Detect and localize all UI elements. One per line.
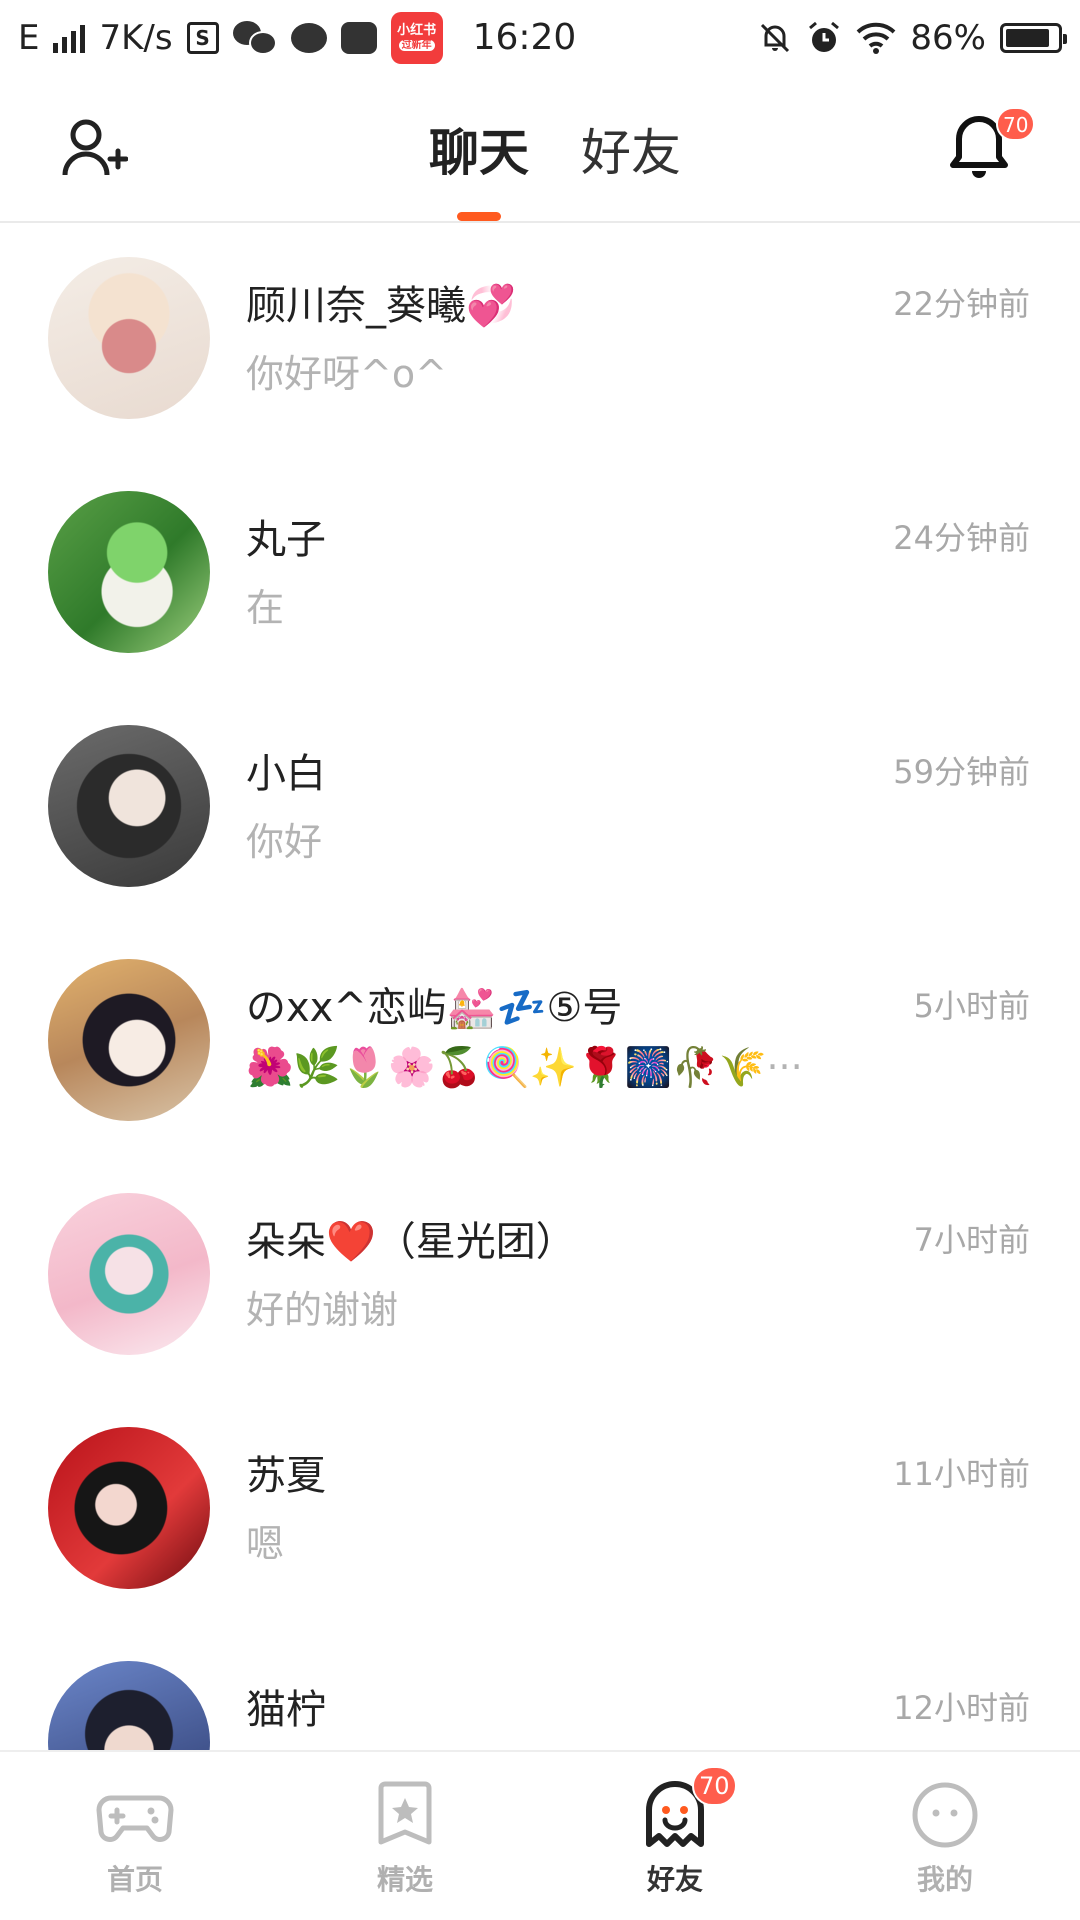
chat-last-message: 你好呀^o^ <box>246 352 447 396</box>
avatar[interactable] <box>48 1427 210 1589</box>
status-bar-right: 86% <box>758 17 1067 58</box>
avatar[interactable] <box>48 1661 210 1750</box>
nav-friends[interactable]: 好友 70 <box>540 1752 810 1920</box>
chat-name: 猫柠 <box>246 1687 326 1733</box>
bottom-navigation: 首页 精选 好友 70 我的 <box>0 1750 1080 1920</box>
friends-badge: 70 <box>692 1766 737 1806</box>
mute-bell-icon <box>761 23 790 52</box>
battery-percent: 86% <box>910 17 986 58</box>
chat-row[interactable]: 朵朵❤️（星光团） 7小时前 好的谢谢 <box>0 1159 1080 1393</box>
chat-time: 12小时前 <box>893 1689 1030 1727</box>
nav-home-label: 首页 <box>106 1863 163 1896</box>
avatar[interactable] <box>48 959 210 1121</box>
chat-list: 顾川奈_葵曦💞 22分钟前 你好呀^o^ 丸子 24分钟前 在 小白 59分钟前… <box>0 223 1080 1750</box>
status-bar: E 7K/s S 小红书过新年 16:20 86% <box>0 0 1080 75</box>
chat-row[interactable]: 顾川奈_葵曦💞 22分钟前 你好呀^o^ <box>0 223 1080 457</box>
gamepad-icon <box>96 1795 174 1842</box>
chat-time: 7小时前 <box>913 1221 1030 1259</box>
chat-time: 11小时前 <box>893 1455 1030 1493</box>
chat-last-message: 在 <box>246 586 285 630</box>
chat-name: 顾川奈_葵曦💞 <box>246 283 516 329</box>
chat-row[interactable]: 猫柠 12小时前 <box>0 1627 1080 1750</box>
nav-mine-label: 我的 <box>916 1863 973 1896</box>
network-type: E <box>18 17 40 58</box>
wechat-icon <box>232 20 277 55</box>
sim-icon: S <box>186 21 219 54</box>
chat-time: 22分钟前 <box>893 285 1030 323</box>
chat-name: のxx^恋屿💒💤⑤号 <box>246 985 623 1031</box>
top-header: 聊天 好友 70 <box>0 75 1080 223</box>
chat-name: 朵朵❤️（星光团） <box>246 1219 576 1265</box>
nav-featured[interactable]: 精选 <box>270 1752 540 1920</box>
chat-time: 5小时前 <box>913 987 1030 1025</box>
nav-featured-label: 精选 <box>376 1863 433 1896</box>
xiaohongshu-icon: 小红书 过新年 <box>390 11 443 64</box>
chat-friend-tabs: 聊天 好友 <box>0 113 1080 185</box>
xiaohongshu-icon-subtext: 过新年 <box>398 40 435 52</box>
chat-last-message: 你好 <box>246 820 323 864</box>
avatar[interactable] <box>48 1193 210 1355</box>
nav-friends-label: 好友 <box>640 1858 710 1906</box>
chat-time: 24分钟前 <box>893 519 1030 557</box>
tab-chat[interactable]: 聊天 <box>429 113 529 185</box>
clock: 16:20 <box>472 17 577 58</box>
tab-friends[interactable]: 好友 <box>581 113 681 185</box>
chat-name: 苏夏 <box>246 1453 326 1499</box>
avatar[interactable] <box>48 725 210 887</box>
chat-last-message: 嗯 <box>246 1522 285 1566</box>
chat-row[interactable]: のxx^恋屿💒💤⑤号 5小时前 🌺🌿🌷🌸🍒🍭✨🌹🎆🥀🌾··· <box>0 925 1080 1159</box>
chat-row[interactable]: 苏夏 11小时前 嗯 <box>0 1393 1080 1627</box>
alarm-icon <box>809 21 840 52</box>
nav-home[interactable]: 首页 <box>0 1752 270 1920</box>
status-bar-left: E 7K/s S 小红书过新年 16:20 <box>18 11 577 64</box>
chat-name: 小白 <box>246 751 326 797</box>
nav-mine[interactable]: 我的 <box>810 1752 1080 1920</box>
star-bookmark-icon <box>378 1781 432 1845</box>
chat-time: 59分钟前 <box>893 753 1030 791</box>
chat-row[interactable]: 小白 59分钟前 你好 <box>0 691 1080 925</box>
message-icon <box>290 22 327 53</box>
face-icon <box>912 1782 978 1848</box>
xiaohongshu-icon-text: 小红书 <box>397 22 437 38</box>
battery-icon <box>1000 22 1067 53</box>
notification-bell-button[interactable]: 70 <box>948 107 1036 187</box>
signal-icon <box>53 23 86 53</box>
notification-badge: 70 <box>996 107 1036 141</box>
chat-last-message: 好的谢谢 <box>246 1288 399 1332</box>
wifi-icon <box>857 22 896 54</box>
network-speed: 7K/s <box>99 17 173 58</box>
avatar[interactable] <box>48 257 210 419</box>
app-notification-icon <box>340 21 377 54</box>
chat-name: 丸子 <box>246 517 326 563</box>
avatar[interactable] <box>48 491 210 653</box>
chat-row[interactable]: 丸子 24分钟前 在 <box>0 457 1080 691</box>
chat-last-message: 🌺🌿🌷🌸🍒🍭✨🌹🎆🥀🌾··· <box>246 1045 803 1089</box>
